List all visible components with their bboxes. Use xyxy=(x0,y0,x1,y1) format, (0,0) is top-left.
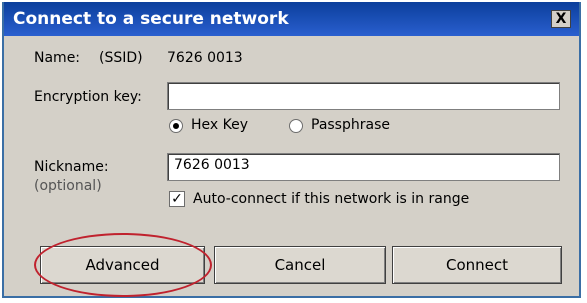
nickname-label: Nickname: xyxy=(34,159,109,175)
connect-button[interactable]: Connect xyxy=(392,246,562,284)
passphrase-label: Passphrase xyxy=(311,117,390,133)
title-bar[interactable]: Connect to a secure network X xyxy=(4,2,579,36)
passphrase-radio-icon xyxy=(289,119,303,133)
nickname-hint: (optional) xyxy=(34,178,102,194)
cancel-button[interactable]: Cancel xyxy=(214,246,386,284)
radio-selected-dot xyxy=(173,123,179,129)
ssid-value: 7626 0013 xyxy=(167,50,243,66)
hex-key-radio-icon xyxy=(169,119,183,133)
dialog-title: Connect to a secure network xyxy=(13,9,289,29)
ssid-label: (SSID) xyxy=(99,50,143,66)
encryption-key-input[interactable] xyxy=(167,82,560,110)
hex-key-label: Hex Key xyxy=(191,117,249,133)
auto-connect-label: Auto-connect if this network is in range xyxy=(193,191,470,207)
nickname-input[interactable]: 7626 0013 xyxy=(167,153,560,181)
encryption-key-label: Encryption key: xyxy=(34,89,142,105)
close-icon: X xyxy=(555,11,567,27)
name-label: Name: xyxy=(34,50,81,66)
connect-dialog: Connect to a secure network X Name: (SSI… xyxy=(2,2,581,298)
close-button[interactable]: X xyxy=(551,10,571,28)
checkmark-icon: ✓ xyxy=(169,191,185,207)
advanced-button[interactable]: Advanced xyxy=(40,246,205,284)
